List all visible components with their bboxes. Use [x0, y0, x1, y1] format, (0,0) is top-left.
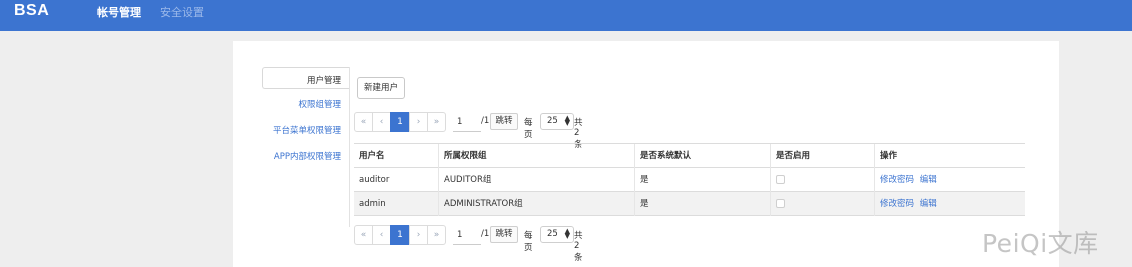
current-page-button[interactable]: 1 — [390, 112, 410, 132]
sidebar-divider — [349, 67, 350, 227]
cell-actions: 修改密码 编辑 — [874, 192, 1025, 216]
col-header-default: 是否系统默认 — [634, 144, 770, 168]
jump-button[interactable]: 跳转 — [490, 113, 518, 130]
current-page-button[interactable]: 1 — [390, 225, 410, 245]
total-pages-label: /1 — [481, 116, 490, 126]
col-header-actions: 操作 — [874, 144, 1025, 168]
last-page-button[interactable]: » — [427, 112, 446, 132]
select-arrows-icon: ▲ ▼ — [564, 227, 570, 240]
cell-enabled — [770, 168, 874, 192]
change-password-link[interactable]: 修改密码 — [880, 199, 914, 209]
per-page-select[interactable]: 25 ▲ ▼ — [540, 113, 574, 130]
cell-enabled — [770, 192, 874, 216]
total-count-label: 共2条 — [574, 231, 583, 263]
col-header-username: 用户名 — [359, 151, 385, 161]
page-number-input[interactable]: 1 — [453, 114, 481, 132]
edit-link[interactable]: 编辑 — [920, 199, 937, 209]
per-page-label: 每页 — [524, 231, 533, 253]
select-arrows-icon: ▲ ▼ — [564, 114, 570, 127]
change-password-link[interactable]: 修改密码 — [880, 175, 914, 185]
per-page-label: 每页 — [524, 118, 533, 140]
cell-default: 是 — [634, 192, 770, 216]
col-header-group: 所属权限组 — [438, 144, 634, 168]
nav-account-management[interactable]: 帐号管理 — [97, 4, 141, 20]
app-logo[interactable]: BSA — [14, 2, 49, 20]
sidebar-item-app-permissions[interactable]: APP内部权限管理 — [233, 150, 341, 162]
edit-link[interactable]: 编辑 — [920, 175, 937, 185]
last-page-button[interactable]: » — [427, 225, 446, 245]
cell-username: auditor — [359, 175, 390, 185]
per-page-select[interactable]: 25 ▲ ▼ — [540, 226, 574, 243]
cell-default: 是 — [634, 168, 770, 192]
cell-group: AUDITOR组 — [438, 168, 634, 192]
page-number-input[interactable]: 1 — [453, 227, 481, 245]
top-navbar: BSA 帐号管理 安全设置 — [0, 0, 1132, 31]
table-header-row: 用户名 所属权限组 是否系统默认 是否启用 操作 — [354, 144, 1025, 168]
sidebar-item-user-management[interactable]: 用户管理 — [262, 67, 349, 89]
users-table: 用户名 所属权限组 是否系统默认 是否启用 操作 auditor AUDITOR… — [354, 143, 1025, 216]
enabled-checkbox[interactable] — [776, 175, 785, 184]
table-row: admin ADMINISTRATOR组 是 修改密码 编辑 — [354, 192, 1025, 216]
cell-group: ADMINISTRATOR组 — [438, 192, 634, 216]
first-page-button[interactable]: « — [354, 225, 373, 245]
next-page-button[interactable]: › — [409, 112, 428, 132]
prev-page-button[interactable]: ‹ — [372, 112, 391, 132]
next-page-button[interactable]: › — [409, 225, 428, 245]
per-page-value: 25 — [547, 116, 558, 126]
new-user-button[interactable]: 新建用户 — [357, 77, 405, 99]
content-panel: 用户管理 权限组管理 平台菜单权限管理 APP内部权限管理 新建用户 « ‹ 1… — [233, 41, 1059, 267]
jump-button[interactable]: 跳转 — [490, 226, 518, 243]
cell-username: admin — [359, 199, 386, 209]
col-header-enabled: 是否启用 — [770, 144, 874, 168]
sidebar-item-permission-groups[interactable]: 权限组管理 — [233, 98, 341, 110]
sidebar-item-platform-menu-permissions[interactable]: 平台菜单权限管理 — [233, 124, 341, 136]
prev-page-button[interactable]: ‹ — [372, 225, 391, 245]
cell-actions: 修改密码 编辑 — [874, 168, 1025, 192]
table-row: auditor AUDITOR组 是 修改密码 编辑 — [354, 168, 1025, 192]
total-pages-label: /1 — [481, 229, 490, 239]
watermark-text: PeiQi文库 — [982, 229, 1099, 258]
first-page-button[interactable]: « — [354, 112, 373, 132]
enabled-checkbox[interactable] — [776, 199, 785, 208]
per-page-value: 25 — [547, 229, 558, 239]
nav-security-settings[interactable]: 安全设置 — [160, 4, 204, 20]
